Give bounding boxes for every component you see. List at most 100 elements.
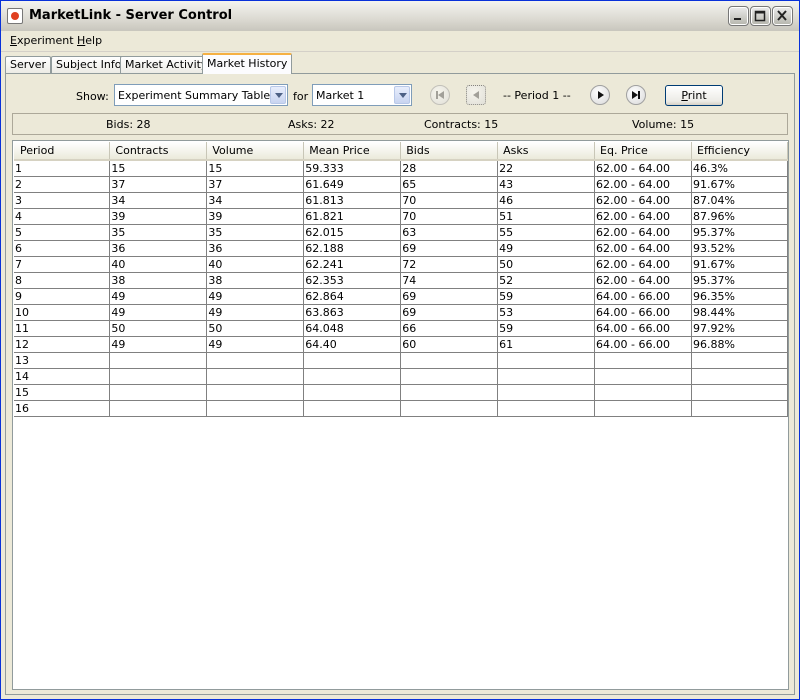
chevron-down-icon[interactable]	[394, 86, 410, 104]
table-cell[interactable]: 50	[109, 320, 208, 337]
table-cell[interactable]: 9	[14, 288, 111, 305]
table-cell[interactable]	[109, 352, 208, 369]
column-header-volume[interactable]: Volume	[206, 142, 305, 161]
table-cell[interactable]: 34	[206, 192, 305, 209]
table-cell[interactable]: 16	[14, 400, 111, 417]
table-cell[interactable]	[303, 368, 402, 385]
table-cell[interactable]: 49	[206, 304, 305, 321]
table-cell[interactable]	[691, 400, 788, 417]
table-cell[interactable]: 69	[400, 240, 499, 257]
table-cell[interactable]: 50	[497, 256, 596, 273]
tab-market-activity[interactable]: Market Activity	[120, 56, 213, 73]
column-header-eq-price[interactable]: Eq. Price	[594, 142, 693, 161]
table-cell[interactable]	[691, 368, 788, 385]
table-cell[interactable]	[497, 368, 596, 385]
table-row[interactable]: 15	[14, 384, 788, 401]
table-cell[interactable]	[594, 400, 693, 417]
table-cell[interactable]: 43	[497, 176, 596, 193]
table-cell[interactable]: 49	[206, 288, 305, 305]
table-row[interactable]: 7 40 40 62.241 72 50 62.00 - 64.00 91.67%	[14, 256, 788, 273]
table-cell[interactable]	[303, 400, 402, 417]
table-cell[interactable]: 98.44%	[691, 304, 788, 321]
table-cell[interactable]: 96.88%	[691, 336, 788, 353]
table-cell[interactable]: 59.333	[303, 160, 402, 177]
table-cell[interactable]: 37	[109, 176, 208, 193]
table-cell[interactable]: 87.96%	[691, 208, 788, 225]
table-cell[interactable]: 53	[497, 304, 596, 321]
table-cell[interactable]	[400, 400, 499, 417]
chevron-down-icon[interactable]	[270, 86, 286, 104]
tab-subject-info[interactable]: Subject Info	[51, 56, 127, 73]
minimize-button[interactable]	[728, 6, 749, 26]
column-header-contracts[interactable]: Contracts	[109, 142, 208, 161]
column-header-mean-price[interactable]: Mean Price	[303, 142, 402, 161]
column-header-period[interactable]: Period	[14, 142, 111, 161]
table-cell[interactable]	[400, 368, 499, 385]
table-cell[interactable]: 64.048	[303, 320, 402, 337]
menu-help[interactable]: Help	[77, 34, 102, 47]
table-cell[interactable]: 97.92%	[691, 320, 788, 337]
table-cell[interactable]: 93.52%	[691, 240, 788, 257]
table-cell[interactable]: 63.863	[303, 304, 402, 321]
table-cell[interactable]	[206, 384, 305, 401]
table-row[interactable]: 11 50 50 64.048 66 59 64.00 - 66.00 97.92%	[14, 320, 788, 337]
table-cell[interactable]: 62.00 - 64.00	[594, 272, 693, 289]
table-cell[interactable]: 14	[14, 368, 111, 385]
table-cell[interactable]: 50	[206, 320, 305, 337]
table-cell[interactable]: 2	[14, 176, 111, 193]
table-cell[interactable]: 49	[109, 288, 208, 305]
column-header-asks[interactable]: Asks	[497, 142, 596, 161]
table-cell[interactable]: 7	[14, 256, 111, 273]
title-bar[interactable]: MarketLink - Server Control	[1, 1, 799, 32]
table-row[interactable]: 10 49 49 63.863 69 53 64.00 - 66.00 98.44%	[14, 304, 788, 321]
table-cell[interactable]: 36	[206, 240, 305, 257]
table-cell[interactable]: 62.015	[303, 224, 402, 241]
table-cell[interactable]: 4	[14, 208, 111, 225]
table-cell[interactable]: 62.00 - 64.00	[594, 224, 693, 241]
table-cell[interactable]: 11	[14, 320, 111, 337]
table-row[interactable]: 4 39 39 61.821 70 51 62.00 - 64.00 87.96%	[14, 208, 788, 225]
table-cell[interactable]	[594, 352, 693, 369]
column-header-bids[interactable]: Bids	[400, 142, 499, 161]
table-cell[interactable]: 15	[14, 384, 111, 401]
table-cell[interactable]: 15	[109, 160, 208, 177]
table-cell[interactable]: 62.00 - 64.00	[594, 208, 693, 225]
table-row[interactable]: 16	[14, 400, 788, 417]
table-row[interactable]: 9 49 49 62.864 69 59 64.00 - 66.00 96.35%	[14, 288, 788, 305]
table-cell[interactable]	[206, 352, 305, 369]
table-cell[interactable]: 66	[400, 320, 499, 337]
table-row[interactable]: 14	[14, 368, 788, 385]
table-cell[interactable]	[400, 352, 499, 369]
table-cell[interactable]: 61.813	[303, 192, 402, 209]
table-cell[interactable]: 62.188	[303, 240, 402, 257]
table-cell[interactable]: 46.3%	[691, 160, 788, 177]
table-cell[interactable]: 91.67%	[691, 176, 788, 193]
table-cell[interactable]: 49	[109, 336, 208, 353]
table-cell[interactable]: 28	[400, 160, 499, 177]
table-cell[interactable]: 36	[109, 240, 208, 257]
table-cell[interactable]: 70	[400, 208, 499, 225]
column-header-efficiency[interactable]: Efficiency	[691, 142, 788, 161]
next-period-button[interactable]	[590, 85, 610, 105]
table-cell[interactable]: 62.00 - 64.00	[594, 192, 693, 209]
table-cell[interactable]: 51	[497, 208, 596, 225]
table-cell[interactable]	[109, 368, 208, 385]
table-cell[interactable]: 60	[400, 336, 499, 353]
table-cell[interactable]: 12	[14, 336, 111, 353]
table-cell[interactable]: 3	[14, 192, 111, 209]
java-app-icon[interactable]	[7, 8, 23, 24]
first-period-button[interactable]	[430, 85, 450, 105]
table-cell[interactable]	[594, 368, 693, 385]
table-row[interactable]: 13	[14, 352, 788, 369]
table-cell[interactable]	[206, 400, 305, 417]
table-cell[interactable]: 64.00 - 66.00	[594, 320, 693, 337]
table-cell[interactable]: 61.649	[303, 176, 402, 193]
table-cell[interactable]	[497, 384, 596, 401]
previous-period-button[interactable]	[466, 85, 486, 105]
table-cell[interactable]: 13	[14, 352, 111, 369]
table-cell[interactable]: 64.00 - 66.00	[594, 288, 693, 305]
table-cell[interactable]: 34	[109, 192, 208, 209]
table-cell[interactable]: 64.00 - 66.00	[594, 304, 693, 321]
table-row[interactable]: 8 38 38 62.353 74 52 62.00 - 64.00 95.37%	[14, 272, 788, 289]
table-cell[interactable]: 38	[206, 272, 305, 289]
